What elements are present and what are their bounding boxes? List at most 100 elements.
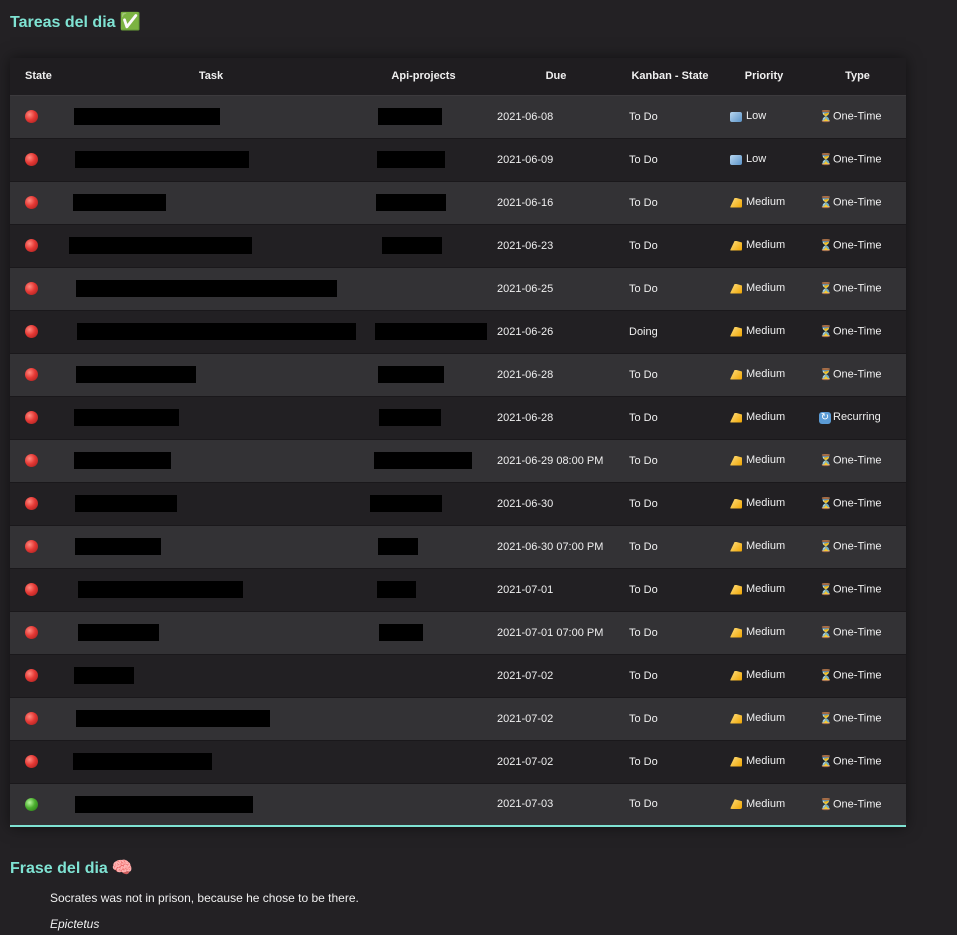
kanban-state-cell: To Do [621, 396, 719, 440]
cheese-icon [730, 670, 742, 681]
kanban-state-cell: To Do [621, 95, 719, 139]
redacted-task-name[interactable] [74, 667, 134, 684]
task-cell [66, 697, 356, 741]
type-label: One-Time [833, 540, 882, 553]
table-row[interactable]: 2021-07-03 To Do Medium ⏳One-Time [10, 783, 906, 827]
priority-cell: Medium [719, 697, 809, 741]
redacted-task-name[interactable] [76, 710, 270, 727]
priority-cell: Medium [719, 224, 809, 268]
redacted-api-project[interactable] [375, 323, 487, 340]
green-circle-icon [25, 797, 38, 811]
type-label: One-Time [833, 454, 882, 467]
kanban-state-cell: To Do [621, 611, 719, 655]
redacted-task-name[interactable] [75, 795, 253, 813]
column-header-priority[interactable]: Priority [719, 58, 809, 96]
table-row[interactable]: 2021-06-26 Doing Medium ⏳One-Time [10, 310, 906, 354]
type-cell: ⏳One-Time [809, 353, 906, 397]
redacted-api-project[interactable] [379, 624, 423, 641]
column-header-state[interactable]: State [10, 58, 66, 96]
red-circle-icon [25, 110, 38, 123]
redacted-api-project[interactable] [378, 538, 418, 555]
redacted-task-name[interactable] [74, 409, 179, 426]
column-header-api-projects[interactable]: Api-projects [356, 58, 491, 96]
column-header-due[interactable]: Due [491, 58, 621, 96]
table-row[interactable]: 2021-06-28 To Do Medium ⏳One-Time [10, 353, 906, 397]
priority-cell: Medium [719, 396, 809, 440]
hourglass-icon: ⏳ [819, 369, 833, 381]
red-circle-icon [25, 196, 38, 209]
redacted-api-project[interactable] [378, 366, 444, 383]
due-cell: 2021-07-02 [491, 740, 621, 784]
task-cell [66, 568, 356, 612]
red-circle-icon [25, 454, 38, 467]
redacted-task-name[interactable] [77, 323, 356, 340]
type-label: One-Time [833, 196, 882, 209]
table-row[interactable]: 2021-07-01 07:00 PM To Do Medium ⏳One-Time [10, 611, 906, 655]
api-projects-cell [356, 611, 491, 655]
redacted-api-project[interactable] [377, 581, 416, 598]
table-row[interactable]: 2021-06-25 To Do Medium ⏳One-Time [10, 267, 906, 311]
table-row[interactable]: 2021-06-08 To Do Low ⏳One-Time [10, 95, 906, 139]
red-circle-icon [25, 239, 38, 252]
redacted-api-project[interactable] [379, 409, 441, 426]
type-label: One-Time [833, 325, 882, 338]
redacted-api-project[interactable] [376, 194, 446, 211]
task-cell [66, 482, 356, 526]
state-cell [10, 568, 66, 612]
redacted-task-name[interactable] [73, 194, 166, 211]
table-row[interactable]: 2021-06-30 To Do Medium ⏳One-Time [10, 482, 906, 526]
hourglass-icon: ⏳ [819, 498, 833, 510]
kanban-state-cell: Doing [621, 310, 719, 354]
due-cell: 2021-07-03 [491, 783, 621, 827]
hourglass-icon: ⏳ [819, 713, 833, 725]
priority-cell: Medium [719, 525, 809, 569]
table-row[interactable]: 2021-07-02 To Do Medium ⏳One-Time [10, 697, 906, 741]
type-label: One-Time [833, 755, 882, 768]
type-label: One-Time [833, 282, 882, 295]
cheese-icon [730, 240, 742, 251]
redacted-task-name[interactable] [74, 108, 220, 125]
type-label: One-Time [833, 239, 882, 252]
state-cell [10, 353, 66, 397]
redacted-task-name[interactable] [75, 495, 177, 512]
table-row[interactable]: 2021-06-23 To Do Medium ⏳One-Time [10, 224, 906, 268]
table-row[interactable]: 2021-07-01 To Do Medium ⏳One-Time [10, 568, 906, 612]
table-row[interactable]: 2021-07-02 To Do Medium ⏳One-Time [10, 740, 906, 784]
redacted-task-name[interactable] [76, 366, 196, 383]
redacted-api-project[interactable] [378, 108, 442, 125]
redacted-task-name[interactable] [76, 280, 337, 297]
redacted-task-name[interactable] [78, 624, 159, 641]
priority-cell: Low [719, 138, 809, 182]
cheese-icon [730, 541, 742, 552]
redacted-task-name[interactable] [73, 753, 212, 770]
redacted-task-name[interactable] [74, 452, 171, 469]
redacted-task-name[interactable] [69, 237, 252, 254]
column-header-task[interactable]: Task [66, 58, 356, 96]
table-row[interactable]: 2021-06-28 To Do Medium ↻ Recurring [10, 396, 906, 440]
redacted-api-project[interactable] [370, 495, 442, 512]
due-cell: 2021-06-25 [491, 267, 621, 311]
table-row[interactable]: 2021-06-09 To Do Low ⏳One-Time [10, 138, 906, 182]
type-label: One-Time [833, 110, 882, 123]
task-cell [66, 181, 356, 225]
column-header-kanban-state[interactable]: Kanban - State [621, 58, 719, 96]
redacted-api-project[interactable] [382, 237, 442, 254]
redacted-api-project[interactable] [377, 151, 445, 168]
table-row[interactable]: 2021-06-16 To Do Medium ⏳One-Time [10, 181, 906, 225]
table-row[interactable]: 2021-06-30 07:00 PM To Do Medium ⏳One-Time [10, 525, 906, 569]
cheese-icon [730, 627, 742, 638]
redacted-task-name[interactable] [75, 538, 161, 555]
table-row[interactable]: 2021-06-29 08:00 PM To Do Medium ⏳One-Time [10, 439, 906, 483]
priority-cell: Medium [719, 783, 809, 827]
redacted-task-name[interactable] [78, 581, 243, 598]
redacted-api-project[interactable] [374, 452, 472, 469]
redacted-task-name[interactable] [75, 151, 249, 168]
type-cell: ⏳One-Time [809, 267, 906, 311]
table-row[interactable]: 2021-07-02 To Do Medium ⏳One-Time [10, 654, 906, 698]
priority-label: Medium [746, 368, 786, 381]
priority-cell: Medium [719, 740, 809, 784]
due-cell: 2021-06-16 [491, 181, 621, 225]
column-header-type[interactable]: Type [809, 58, 906, 96]
quote-section-title: Frase del dia 🧠 [10, 858, 133, 878]
hourglass-icon: ⏳ [819, 584, 833, 596]
